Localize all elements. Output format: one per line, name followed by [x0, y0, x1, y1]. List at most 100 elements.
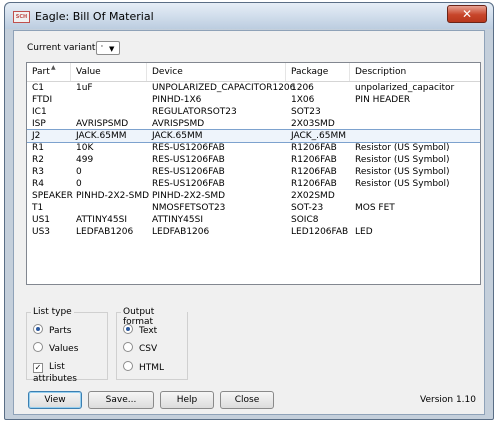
radio-unselected-icon [33, 342, 43, 352]
text-label: Text [139, 326, 158, 336]
cell-part: US1 [32, 215, 51, 225]
cell-package: 1206 [291, 83, 314, 93]
table-row[interactable]: IC1 REGULATORSOT23 SOT23 [27, 106, 480, 118]
list-type-title: List type [31, 307, 74, 317]
cell-part: J2 [32, 131, 41, 141]
bom-list[interactable]: Part ▲ Value Device Package Description … [26, 62, 481, 285]
cell-package: 2X02SMD [291, 191, 335, 201]
cell-description: MOS FET [355, 203, 395, 213]
cell-device: RES-US1206FAB [152, 143, 225, 153]
table-row[interactable]: R3 0 RES-US1206FAB R1206FAB Resistor (US Sym… [27, 166, 480, 178]
table-row[interactable]: SPEAKER PINHD-2X2-SMD PINHD-2X2-SMD 2X02SMD [27, 190, 480, 202]
cell-device: NMOSFETSOT23 [152, 203, 226, 213]
output-format-text-radio[interactable]: Text [123, 324, 157, 336]
window-close-button[interactable]: ✕ [447, 5, 487, 23]
column-header-device[interactable]: Device [147, 63, 286, 81]
cell-package: R1206FAB [291, 179, 337, 189]
table-row[interactable]: FTDI PINHD-1X6 1X06 PIN HEADER [27, 94, 480, 106]
cell-device: ATTINY45SI [152, 215, 203, 225]
cell-part: FTDI [32, 95, 53, 105]
cell-description: PIN HEADER [355, 95, 411, 105]
list-type-parts-radio[interactable]: Parts [33, 324, 71, 336]
cell-value: 499 [76, 155, 94, 165]
cell-description: Resistor (US Symbol) [355, 143, 450, 153]
output-format-csv-radio[interactable]: CSV [123, 342, 157, 354]
cell-value: LEDFAB1206 [76, 227, 134, 237]
eagle-sch-icon: SCH [13, 11, 30, 23]
cell-part: R4 [32, 179, 44, 189]
cell-value: ATTINY45SI [76, 215, 127, 225]
cell-description: Resistor (US Symbol) [355, 155, 450, 165]
column-header-part[interactable]: Part ▲ [27, 63, 71, 81]
list-attributes-checkbox[interactable]: ✓ List attributes [33, 361, 107, 384]
cell-part: ISP [32, 119, 46, 129]
cell-device: RES-US1206FAB [152, 167, 225, 177]
html-label: HTML [139, 363, 165, 373]
table-row[interactable]: R2 499 RES-US1206FAB R1206FAB Resistor (US S… [27, 154, 480, 166]
output-format-html-radio[interactable]: HTML [123, 361, 164, 373]
current-variant-label: Current variant [27, 43, 96, 53]
column-header-description[interactable]: Description [350, 63, 480, 81]
table-row[interactable]: J2 JACK.65MM JACK.65MM JACK_.65MM [27, 129, 480, 143]
checkmark-icon: ✓ [33, 363, 43, 373]
table-row[interactable]: US3 LEDFAB1206 LEDFAB1206 LED1206FAB LED [27, 226, 480, 238]
cell-part: IC1 [32, 107, 47, 117]
cell-description: Resistor (US Symbol) [355, 179, 450, 189]
view-button[interactable]: View [28, 391, 82, 409]
radio-unselected-icon [123, 361, 133, 371]
cell-package: R1206FAB [291, 167, 337, 177]
help-button[interactable]: Help [160, 391, 214, 409]
values-label: Values [49, 344, 79, 354]
cell-value: JACK.65MM [76, 131, 127, 141]
save-button[interactable]: Save... [88, 391, 154, 409]
sort-ascending-icon: ▲ [51, 64, 56, 71]
cell-device: PINHD-2X2-SMD [152, 191, 226, 201]
cell-description: Resistor (US Symbol) [355, 167, 450, 177]
column-header-label: Part [32, 67, 50, 77]
chevron-down-icon: ▼ [109, 45, 115, 53]
close-button[interactable]: Close [220, 391, 274, 409]
output-format-group: Output format Text CSV HTML [116, 307, 188, 380]
radio-selected-icon [123, 324, 133, 334]
cell-part: US3 [32, 227, 51, 237]
cell-description: unpolarized_capacitor [355, 83, 455, 93]
column-header-value[interactable]: Value [71, 63, 147, 81]
cell-value: 0 [76, 167, 82, 177]
cell-value: PINHD-2X2-SMD [76, 191, 150, 201]
cell-device: UNPOLARIZED_CAPACITOR1206 [152, 83, 296, 93]
cell-device: JACK.65MM [152, 131, 203, 141]
cell-part: R1 [32, 143, 44, 153]
cell-description: LED [355, 227, 373, 237]
current-variant-select[interactable]: ' ▼ [96, 41, 120, 55]
cell-package: SOT-23 [291, 203, 324, 213]
cell-part: C1 [32, 83, 45, 93]
column-header-package[interactable]: Package [286, 63, 350, 81]
cell-package: LED1206FAB [291, 227, 349, 237]
version-label: Version 1.10 [420, 395, 476, 405]
cell-device: RES-US1206FAB [152, 155, 225, 165]
window-title: Eagle: Bill Of Material [35, 10, 154, 23]
cell-device: RES-US1206FAB [152, 179, 225, 189]
list-type-values-radio[interactable]: Values [33, 342, 78, 354]
csv-label: CSV [139, 344, 158, 354]
table-row[interactable]: R4 0 RES-US1206FAB R1206FAB Resistor (US Sym… [27, 178, 480, 190]
table-row[interactable]: T1 NMOSFETSOT23 SOT-23 MOS FET [27, 202, 480, 214]
cell-package: JACK_.65MM [291, 131, 347, 141]
cell-part: R2 [32, 155, 44, 165]
radio-selected-icon [33, 324, 43, 334]
list-type-group: List type Parts Values ✓ List attributes [26, 307, 108, 384]
table-row[interactable]: C1 1uF UNPOLARIZED_CAPACITOR1206 1206 unpola… [27, 82, 480, 94]
bom-dialog-window: SCH Eagle: Bill Of Material ✕ Current va… [4, 2, 494, 420]
table-row[interactable]: US1 ATTINY45SI ATTINY45SI SOIC8 [27, 214, 480, 226]
table-row[interactable]: R1 10K RES-US1206FAB R1206FAB Resistor (US S… [27, 142, 480, 154]
parts-label: Parts [49, 326, 72, 336]
cell-part: T1 [32, 203, 44, 213]
cell-package: R1206FAB [291, 143, 337, 153]
table-row[interactable]: ISP AVRISPSMD AVRISPSMD 2X03SMD [27, 118, 480, 130]
cell-device: PINHD-1X6 [152, 95, 202, 105]
bom-list-header: Part ▲ Value Device Package Description [27, 63, 480, 82]
title-bar[interactable]: SCH Eagle: Bill Of Material ✕ [5, 3, 493, 29]
cell-package: 2X03SMD [291, 119, 335, 129]
variant-value: ' [101, 44, 103, 52]
cell-part: SPEAKER [32, 191, 73, 201]
